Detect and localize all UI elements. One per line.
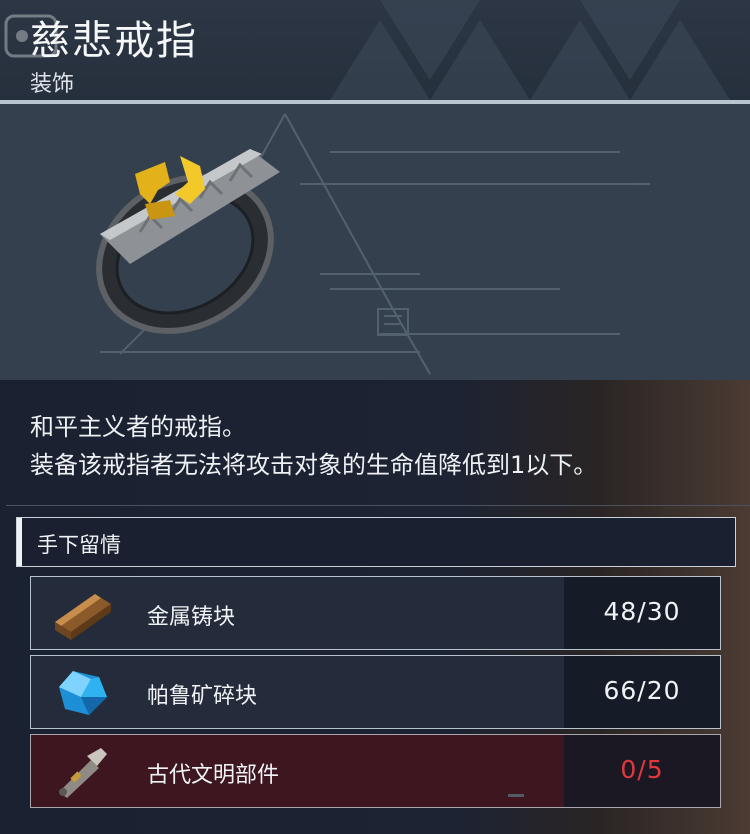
item-image-panel — [0, 104, 750, 380]
material-name: 帕鲁矿碎块 — [147, 684, 258, 709]
description-line-1: 和平主义者的戒指。 — [30, 413, 246, 441]
pal-ore-crystal-icon — [59, 671, 107, 715]
item-category: 装饰 — [30, 72, 75, 97]
skill-accent-bar — [17, 518, 22, 566]
ring-icon — [96, 149, 280, 334]
ancient-civilization-part-icon — [59, 748, 107, 798]
scroll-indicator — [508, 794, 524, 797]
skill-bar: 手下留情 — [16, 517, 736, 567]
skill-name: 手下留情 — [37, 533, 121, 557]
material-count: 48/30 — [603, 597, 681, 626]
material-row-metal-ingot: 金属铸块 48/30 — [30, 576, 721, 650]
metal-ingot-icon — [55, 594, 111, 640]
description-line-2: 装备该戒指者无法将攻击对象的生命值降低到1以下。 — [30, 451, 598, 479]
material-row-pal-ore: 帕鲁矿碎块 66/20 — [30, 655, 721, 729]
material-count: 0/5 — [620, 755, 664, 784]
item-description: 和平主义者的戒指。 装备该戒指者无法将攻击对象的生命值降低到1以下。 — [30, 408, 597, 484]
material-name: 古代文明部件 — [147, 763, 280, 788]
item-header: 慈悲戒指 装饰 — [0, 0, 750, 100]
item-artwork — [96, 113, 650, 375]
material-name: 金属铸块 — [147, 605, 236, 630]
section-divider — [6, 505, 750, 506]
material-count: 66/20 — [603, 676, 681, 705]
material-row-ancient-part: 古代文明部件 0/5 — [30, 734, 721, 808]
item-name: 慈悲戒指 — [30, 18, 198, 64]
